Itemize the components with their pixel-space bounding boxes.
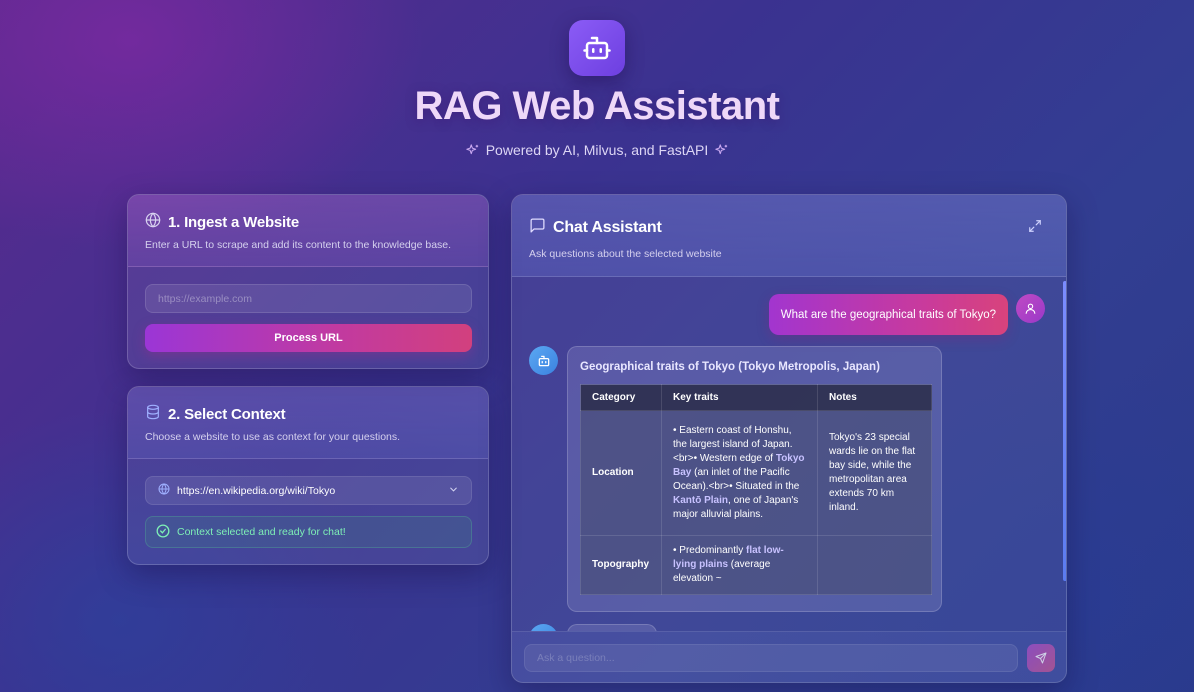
chat-card: Chat Assistant Ask questions about the s…	[511, 194, 1067, 683]
app-logo	[569, 20, 625, 76]
table-cell-notes	[817, 535, 932, 595]
user-icon	[1025, 303, 1036, 314]
globe-icon	[145, 212, 161, 233]
sparkles-icon	[714, 143, 729, 158]
chat-title: Chat Assistant	[553, 219, 662, 236]
assistant-message-partial	[567, 624, 657, 631]
traits-text: • Eastern coast of Honshu, the largest i…	[673, 425, 793, 464]
traits-text: (an inlet of the Pacific Ocean).<br>• Si…	[673, 467, 800, 492]
context-card: 2. Select Context Choose a website to us…	[127, 386, 489, 565]
table-row: Location • Eastern coast of Honshu, the …	[580, 410, 932, 536]
context-select[interactable]: https://en.wikipedia.org/wiki/Tokyo	[145, 476, 472, 505]
ingest-description: Enter a URL to scrape and add its conten…	[145, 239, 452, 251]
table-cell-traits: • Eastern coast of Honshu, the largest i…	[661, 410, 818, 536]
assistant-heading: Geographical traits of Tokyo (Tokyo Metr…	[580, 361, 880, 373]
table-cell-category: Location	[580, 410, 662, 536]
subtitle-text: Powered by AI, Milvus, and FastAPI	[485, 142, 709, 158]
chat-messages[interactable]: What are the geographical traits of Toky…	[512, 277, 1066, 631]
table-cell-category: Topography	[580, 535, 662, 595]
table-header-cell: Notes	[817, 384, 932, 411]
send-icon	[1035, 652, 1047, 664]
chat-footer	[512, 631, 1066, 682]
context-card-header: 2. Select Context Choose a website to us…	[128, 387, 488, 459]
chat-input[interactable]	[524, 644, 1018, 672]
context-status-text: Context selected and ready for chat!	[177, 526, 346, 538]
context-select-value: https://en.wikipedia.org/wiki/Tokyo	[177, 484, 336, 497]
chat-scrollbar-thumb[interactable]	[1063, 281, 1066, 581]
process-url-button[interactable]: Process URL	[145, 324, 472, 352]
robot-icon	[583, 36, 611, 60]
ingest-title: 1. Ingest a Website	[168, 214, 299, 231]
expand-icon	[1029, 220, 1041, 232]
app-title: RAG Web Assistant	[414, 84, 780, 128]
database-icon	[145, 404, 161, 425]
ingest-card-header: 1. Ingest a Website Enter a URL to scrap…	[128, 195, 488, 267]
traits-text: • Predominantly	[673, 545, 746, 556]
traits-table: Category Key traits Notes Location • Eas…	[580, 384, 932, 595]
table-cell-traits: • Predominantly flat low-lying plains (a…	[661, 535, 818, 595]
chat-card-header: Chat Assistant Ask questions about the s…	[512, 195, 1066, 277]
message-square-icon	[529, 217, 546, 239]
user-avatar	[1016, 294, 1045, 323]
context-status: Context selected and ready for chat!	[145, 516, 472, 548]
robot-icon	[538, 355, 549, 366]
url-input[interactable]	[145, 284, 472, 313]
context-title: 2. Select Context	[168, 406, 286, 423]
assistant-avatar	[529, 624, 558, 631]
chevron-down-icon	[448, 484, 459, 498]
table-header-cell: Key traits	[661, 384, 818, 411]
table-row: Topography • Predominantly flat low-lyin…	[580, 535, 932, 595]
app-subtitle: Powered by AI, Milvus, and FastAPI	[0, 142, 1194, 158]
send-button[interactable]	[1027, 644, 1055, 672]
check-circle-icon	[156, 524, 170, 541]
context-description: Choose a website to use as context for y…	[145, 431, 401, 443]
assistant-message: Geographical traits of Tokyo (Tokyo Metr…	[567, 346, 942, 612]
traits-highlight: Kantō Plain	[673, 495, 729, 506]
sparkles-icon	[465, 143, 480, 158]
table-header-cell: Category	[580, 384, 662, 411]
table-cell-notes: Tokyo's 23 special wards lie on the flat…	[817, 410, 932, 536]
table-header-row: Category Key traits Notes	[580, 384, 932, 411]
user-message: What are the geographical traits of Toky…	[768, 294, 1008, 335]
globe-small-icon	[158, 483, 170, 498]
expand-button[interactable]	[1026, 217, 1044, 235]
assistant-avatar	[529, 346, 558, 375]
ingest-card: 1. Ingest a Website Enter a URL to scrap…	[127, 194, 489, 369]
window-edge	[1194, 0, 1200, 692]
chat-scrollbar[interactable]	[1062, 277, 1066, 631]
chat-description: Ask questions about the selected website	[529, 248, 722, 260]
